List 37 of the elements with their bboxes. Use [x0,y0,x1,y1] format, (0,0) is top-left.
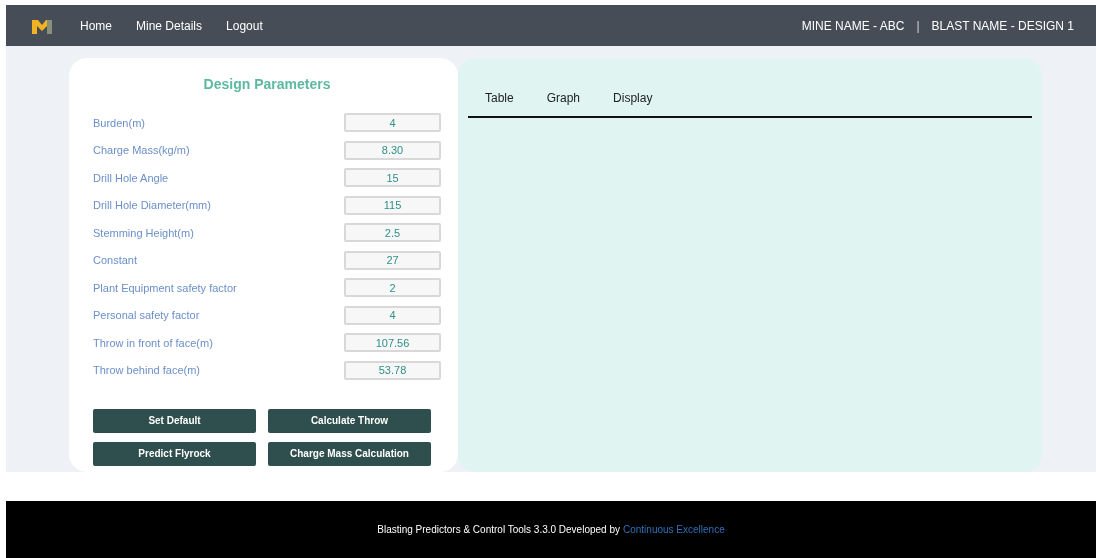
field-label: Stemming Height(m) [93,226,194,239]
input-field[interactable]: 8.30 [344,140,441,160]
tab[interactable]: Display [613,91,653,105]
input-field[interactable]: 2.5 [344,223,441,242]
input-field[interactable]: 115 [344,195,441,215]
tab[interactable]: Table [485,91,514,105]
separator: | [916,18,920,33]
field-label: Constant [93,254,138,266]
nav-link[interactable]: Mine Details [136,18,203,33]
action-button[interactable]: Calculate Throw [268,408,431,433]
input-field[interactable]: 27 [344,250,441,270]
field-label: Personal safety factor [93,309,200,321]
field-label: Plant Equipment safety factor [93,281,237,294]
blast-name: BLAST NAME - DESIGN 1 [931,18,1074,33]
mine-name: MINE NAME - ABC [801,18,905,33]
action-button[interactable]: Predict Flyrock [93,441,256,466]
logo-icon[interactable] [32,17,52,34]
field-label: Burden(m) [93,116,145,129]
input-field[interactable]: 15 [344,168,441,187]
nav-link[interactable]: Home [80,18,112,33]
tab[interactable]: Graph [546,91,581,105]
field-label: Throw behind face(m) [93,364,200,376]
field-label: Throw in front of face(m) [93,336,213,349]
input-field[interactable]: 4 [344,305,441,325]
field-label: Drill Hole Diameter(mm) [93,199,211,211]
input-field[interactable]: 53.78 [344,360,441,380]
footer-link[interactable]: Continuous Excellence [623,524,725,535]
field-label: Charge Mass(kg/m) [93,144,190,156]
input-field[interactable]: 2 [344,278,441,297]
action-button[interactable]: Charge Mass Calculation [268,441,431,466]
card-title: Design Parameters [202,76,332,94]
field-label: Drill Hole Angle [93,171,169,184]
footer-text: Blasting Predictors & Control Tools 3.3.0 Developed by [377,524,620,535]
action-button[interactable]: Set Default [93,408,256,433]
input-field[interactable]: 107.56 [344,333,441,352]
input-field[interactable]: 4 [344,113,441,132]
nav-link[interactable]: Logout [226,18,263,33]
